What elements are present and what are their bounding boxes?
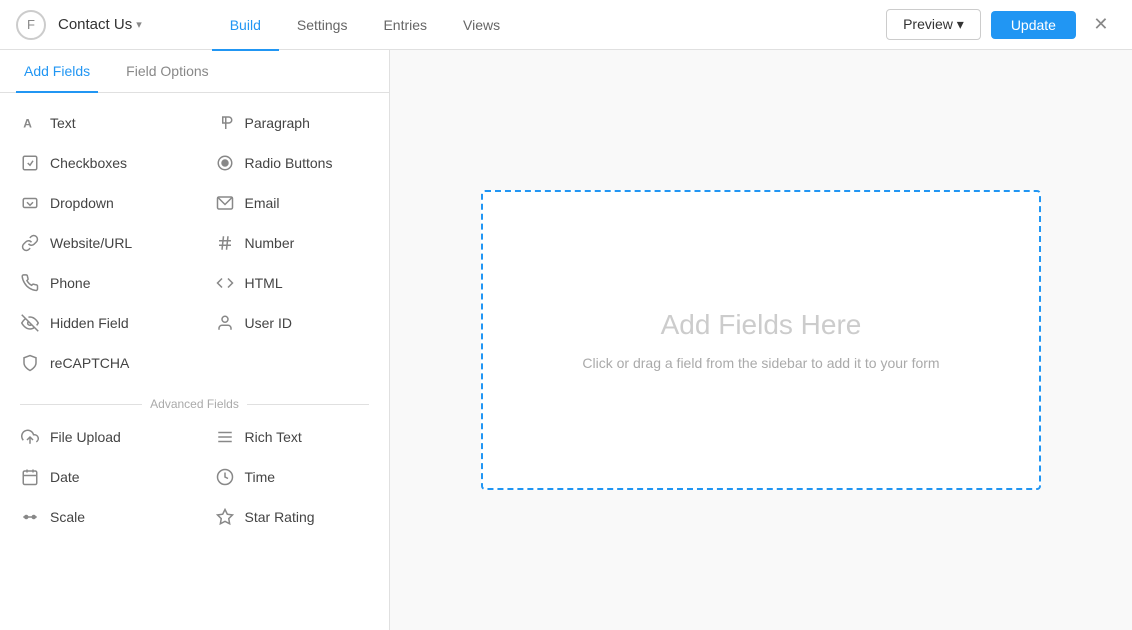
fields-row-7-empty — [195, 343, 390, 383]
number-icon — [215, 233, 235, 253]
field-label-recaptcha: reCAPTCHA — [50, 355, 129, 371]
main-layout: Add Fields Field Options A Text Paragrap… — [0, 50, 1132, 630]
scale-icon — [20, 507, 40, 527]
tab-field-options[interactable]: Field Options — [118, 51, 216, 93]
field-label-number: Number — [245, 235, 295, 251]
field-item-website[interactable]: Website/URL — [0, 223, 195, 263]
rich-text-icon — [215, 427, 235, 447]
sidebar-tabs: Add Fields Field Options — [0, 50, 389, 93]
top-nav: Build Settings Entries Views — [212, 0, 518, 50]
fields-row-5: Phone HTML — [0, 263, 389, 303]
field-label-html: HTML — [245, 275, 283, 291]
field-item-hidden[interactable]: Hidden Field — [0, 303, 195, 343]
topbar-actions: Preview ▾ Update ✕ — [886, 9, 1116, 40]
time-icon — [215, 467, 235, 487]
advanced-fields-label: Advanced Fields — [0, 383, 389, 417]
text-icon: A — [20, 113, 40, 133]
field-label-checkboxes: Checkboxes — [50, 155, 127, 171]
field-item-phone[interactable]: Phone — [0, 263, 195, 303]
field-item-number[interactable]: Number — [195, 223, 390, 263]
preview-button[interactable]: Preview ▾ — [886, 9, 981, 40]
field-label-dropdown: Dropdown — [50, 195, 114, 211]
adv-fields-row-3: Scale Star Rating — [0, 497, 389, 537]
field-label-userid: User ID — [245, 315, 292, 331]
nav-build[interactable]: Build — [212, 1, 279, 51]
field-item-text[interactable]: A Text — [0, 103, 195, 143]
field-item-rich-text[interactable]: Rich Text — [195, 417, 390, 457]
drop-zone[interactable]: Add Fields Here Click or drag a field fr… — [481, 190, 1041, 490]
fields-list: A Text Paragraph Checkboxes — [0, 93, 389, 630]
adv-fields-row-2: Date Time — [0, 457, 389, 497]
checkboxes-icon — [20, 153, 40, 173]
fields-row-4: Website/URL Number — [0, 223, 389, 263]
nav-views[interactable]: Views — [445, 1, 518, 51]
form-title[interactable]: Contact Us ▾ — [58, 16, 142, 33]
field-label-time: Time — [245, 469, 276, 485]
nav-settings[interactable]: Settings — [279, 1, 366, 51]
form-canvas: Add Fields Here Click or drag a field fr… — [390, 50, 1132, 630]
userid-icon — [215, 313, 235, 333]
field-item-file-upload[interactable]: File Upload — [0, 417, 195, 457]
update-button[interactable]: Update — [991, 11, 1076, 39]
field-label-scale: Scale — [50, 509, 85, 525]
field-label-star-rating: Star Rating — [245, 509, 315, 525]
date-icon — [20, 467, 40, 487]
dropdown-icon — [20, 193, 40, 213]
field-label-website: Website/URL — [50, 235, 132, 251]
hidden-icon — [20, 313, 40, 333]
close-icon[interactable]: ✕ — [1086, 10, 1116, 40]
field-label-file-upload: File Upload — [50, 429, 121, 445]
topbar: F Contact Us ▾ Build Settings Entries Vi… — [0, 0, 1132, 50]
field-item-scale[interactable]: Scale — [0, 497, 195, 537]
phone-icon — [20, 273, 40, 293]
tab-add-fields[interactable]: Add Fields — [16, 51, 98, 93]
email-icon — [215, 193, 235, 213]
recaptcha-icon — [20, 353, 40, 373]
fields-row-7: reCAPTCHA — [0, 343, 389, 383]
field-item-star-rating[interactable]: Star Rating — [195, 497, 390, 537]
field-item-email[interactable]: Email — [195, 183, 390, 223]
field-item-html[interactable]: HTML — [195, 263, 390, 303]
field-label-radio: Radio Buttons — [245, 155, 333, 171]
field-label-phone: Phone — [50, 275, 90, 291]
field-label-rich-text: Rich Text — [245, 429, 302, 445]
field-item-date[interactable]: Date — [0, 457, 195, 497]
star-rating-icon — [215, 507, 235, 527]
radio-icon — [215, 153, 235, 173]
website-icon — [20, 233, 40, 253]
fields-row-2: Checkboxes Radio Buttons — [0, 143, 389, 183]
file-upload-icon — [20, 427, 40, 447]
drop-zone-subtitle: Click or drag a field from the sidebar t… — [582, 355, 939, 371]
field-label-paragraph: Paragraph — [245, 115, 310, 131]
field-label-email: Email — [245, 195, 280, 211]
fields-row-6: Hidden Field User ID — [0, 303, 389, 343]
field-item-checkboxes[interactable]: Checkboxes — [0, 143, 195, 183]
fields-row-3: Dropdown Email — [0, 183, 389, 223]
sidebar: Add Fields Field Options A Text Paragrap… — [0, 50, 390, 630]
paragraph-icon — [215, 113, 235, 133]
fields-row-1: A Text Paragraph — [0, 103, 389, 143]
form-title-dropdown-icon: ▾ — [136, 18, 142, 31]
field-item-paragraph[interactable]: Paragraph — [195, 103, 390, 143]
field-label-hidden: Hidden Field — [50, 315, 129, 331]
field-item-recaptcha[interactable]: reCAPTCHA — [0, 343, 195, 383]
field-item-radio[interactable]: Radio Buttons — [195, 143, 390, 183]
field-item-time[interactable]: Time — [195, 457, 390, 497]
field-item-userid[interactable]: User ID — [195, 303, 390, 343]
form-title-text: Contact Us — [58, 16, 132, 33]
field-label-date: Date — [50, 469, 80, 485]
html-icon — [215, 273, 235, 293]
field-item-dropdown[interactable]: Dropdown — [0, 183, 195, 223]
drop-zone-title: Add Fields Here — [661, 309, 862, 341]
nav-entries[interactable]: Entries — [365, 1, 445, 51]
app-logo: F — [16, 10, 46, 40]
field-label-text: Text — [50, 115, 76, 131]
adv-fields-row-1: File Upload Rich Text — [0, 417, 389, 457]
svg-text:A: A — [23, 117, 32, 131]
